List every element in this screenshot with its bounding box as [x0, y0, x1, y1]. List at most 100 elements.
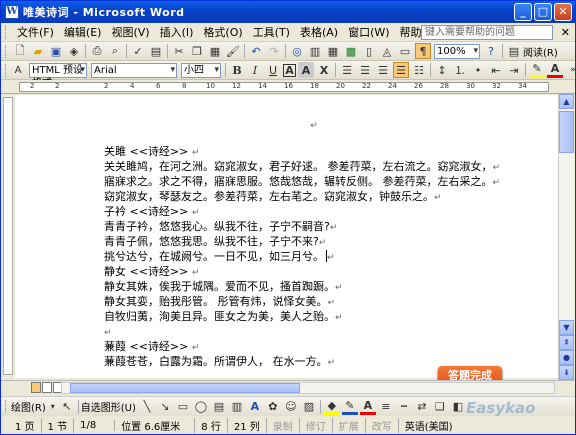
char-scale-icon[interactable]: X	[316, 62, 332, 78]
tables-borders-icon[interactable]: ▥	[307, 43, 323, 59]
toolbar-options-icon[interactable]: »	[565, 62, 576, 78]
format-painter-icon[interactable]: 🖌	[225, 43, 241, 59]
menu-window[interactable]: 窗口(W)	[343, 24, 394, 40]
print-preview-icon[interactable]: ⌕	[107, 43, 123, 59]
3d-icon[interactable]: ◧	[450, 399, 466, 415]
font-size-select[interactable]: 小四	[181, 62, 221, 78]
horizontal-scroll-thumb[interactable]	[70, 383, 300, 393]
menu-file[interactable]: 文件(F)	[12, 24, 59, 40]
oval-tool-icon[interactable]: ◯	[193, 399, 209, 415]
vertical-ruler[interactable]	[3, 97, 13, 375]
redo-icon[interactable]: ↷	[266, 43, 282, 59]
document-body[interactable]: ↵ 关雎 <<诗经>> ↵ 关关雎鸠，在河之洲。窈窕淑女，君子好逑。 参差荇菜，…	[104, 119, 524, 369]
draw-dropdown-icon[interactable]: ▾	[49, 399, 57, 415]
scroll-up-icon[interactable]: ▲	[559, 94, 574, 109]
style-select[interactable]: HTML 预设格式	[29, 62, 87, 89]
dash-style-icon[interactable]: ┅	[396, 399, 412, 415]
char-shading-icon[interactable]: A	[298, 62, 314, 78]
horizontal-ruler[interactable]: 2 2 2 4 6 8 10 12 14 16 18 20 22 24 26 2…	[1, 80, 575, 94]
fill-color-icon[interactable]: ◆	[323, 399, 340, 415]
highlight-icon[interactable]: ✎	[529, 62, 545, 78]
numbering-icon[interactable]: ⒈	[452, 62, 468, 78]
permission-icon[interactable]: ◈	[66, 43, 82, 59]
normal-view-icon[interactable]	[31, 382, 41, 393]
columns-icon[interactable]: ▯	[361, 43, 377, 59]
doc-close-icon[interactable]: ✕	[561, 26, 570, 39]
arrow-tool-icon[interactable]: ↘	[157, 399, 173, 415]
rectangle-tool-icon[interactable]: ▭	[175, 399, 191, 415]
maximize-button[interactable]: □	[534, 3, 552, 21]
italic-icon[interactable]: I	[247, 62, 263, 78]
read-icon[interactable]: ▤	[506, 43, 522, 59]
document-map-icon[interactable]: ▭	[397, 43, 413, 59]
font-color-icon[interactable]: A	[547, 62, 563, 78]
insert-table-icon[interactable]: ▦	[325, 43, 341, 59]
undo-icon[interactable]: ↶	[248, 43, 264, 59]
autoshapes-button[interactable]: 自选图形(U)	[81, 399, 136, 414]
vertical-scrollbar[interactable]: ▲ ▼ ⇞ ● ⇟	[558, 94, 574, 380]
copy-icon[interactable]: ❐	[189, 43, 205, 59]
textbox-icon[interactable]: ▤	[211, 399, 227, 415]
line-tool-icon[interactable]: ╲	[139, 399, 155, 415]
picture-icon[interactable]: ▨	[301, 399, 317, 415]
status-overtype[interactable]: 改写	[366, 417, 399, 433]
prev-page-icon[interactable]: ⇞	[559, 335, 574, 350]
minimize-button[interactable]: _	[514, 3, 532, 21]
insert-excel-icon[interactable]: ▩	[343, 43, 359, 59]
zoom-select[interactable]: 100%	[434, 43, 480, 59]
paste-icon[interactable]: ▦	[207, 43, 223, 59]
increase-indent-icon[interactable]: ⇥	[506, 62, 522, 78]
align-left-icon[interactable]: ☰	[339, 62, 355, 78]
spelling-icon[interactable]: ✓	[130, 43, 146, 59]
menu-edit[interactable]: 编辑(E)	[59, 24, 107, 40]
menu-table[interactable]: 表格(A)	[295, 24, 343, 40]
line-color-icon[interactable]: ✎	[341, 399, 358, 415]
help-icon[interactable]: ?	[483, 43, 499, 59]
research-icon[interactable]: ▤	[148, 43, 164, 59]
browse-object-icon[interactable]: ●	[559, 350, 574, 365]
draw-menu-button[interactable]: 绘图(R)	[11, 399, 46, 414]
show-hide-icon[interactable]: ¶	[415, 43, 431, 59]
save-icon[interactable]: ▣	[48, 43, 64, 59]
print-icon[interactable]: ⎙	[89, 43, 105, 59]
scroll-down-icon[interactable]: ▼	[559, 320, 574, 335]
bullets-icon[interactable]: •	[470, 62, 486, 78]
menu-insert[interactable]: 插入(I)	[155, 24, 199, 40]
align-right-icon[interactable]: ☰	[375, 62, 391, 78]
help-search-input[interactable]: 键入需要帮助的问题	[421, 25, 553, 40]
styles-icon[interactable]: A	[10, 62, 26, 78]
select-objects-icon[interactable]: ↖	[59, 399, 75, 415]
underline-icon[interactable]: U	[265, 62, 281, 78]
align-center-icon[interactable]: ☰	[357, 62, 373, 78]
read-button[interactable]: 阅读(R)	[523, 44, 558, 59]
drawing-icon[interactable]: ◬	[379, 43, 395, 59]
diagram-icon[interactable]: ✿	[265, 399, 281, 415]
close-button[interactable]: ✕	[554, 3, 572, 21]
arrow-style-icon[interactable]: ⇄	[414, 399, 430, 415]
font-color-draw-icon[interactable]: A	[359, 399, 376, 415]
clipart-icon[interactable]: ☺	[283, 399, 299, 415]
menu-view[interactable]: 视图(V)	[106, 24, 154, 40]
line-spacing-icon[interactable]: ↕	[434, 62, 450, 78]
web-view-icon[interactable]	[42, 382, 52, 393]
hyperlink-icon[interactable]: ◎	[289, 43, 305, 59]
status-extend[interactable]: 扩展	[333, 417, 366, 433]
horizontal-scrollbar[interactable]	[61, 382, 555, 394]
vertical-textbox-icon[interactable]: ▥	[229, 399, 245, 415]
wordart-icon[interactable]: A	[247, 399, 263, 415]
next-page-icon[interactable]: ⇟	[559, 365, 574, 380]
distribute-icon[interactable]: ☷	[411, 62, 427, 78]
menu-tools[interactable]: 工具(T)	[248, 24, 295, 40]
status-record[interactable]: 录制	[267, 417, 300, 433]
char-border-icon[interactable]: A	[283, 63, 296, 77]
decrease-indent-icon[interactable]: ⇤	[488, 62, 504, 78]
new-doc-icon[interactable]: 🗋	[12, 43, 28, 59]
status-track[interactable]: 修订	[300, 417, 333, 433]
justify-icon[interactable]: ☰	[393, 62, 409, 78]
cut-icon[interactable]: ✂	[171, 43, 187, 59]
bold-icon[interactable]: B	[229, 62, 245, 78]
menu-format[interactable]: 格式(O)	[198, 24, 247, 40]
shadow-icon[interactable]: ❏	[432, 399, 448, 415]
scroll-thumb[interactable]	[559, 111, 574, 153]
open-folder-icon[interactable]: ▰	[30, 43, 46, 59]
